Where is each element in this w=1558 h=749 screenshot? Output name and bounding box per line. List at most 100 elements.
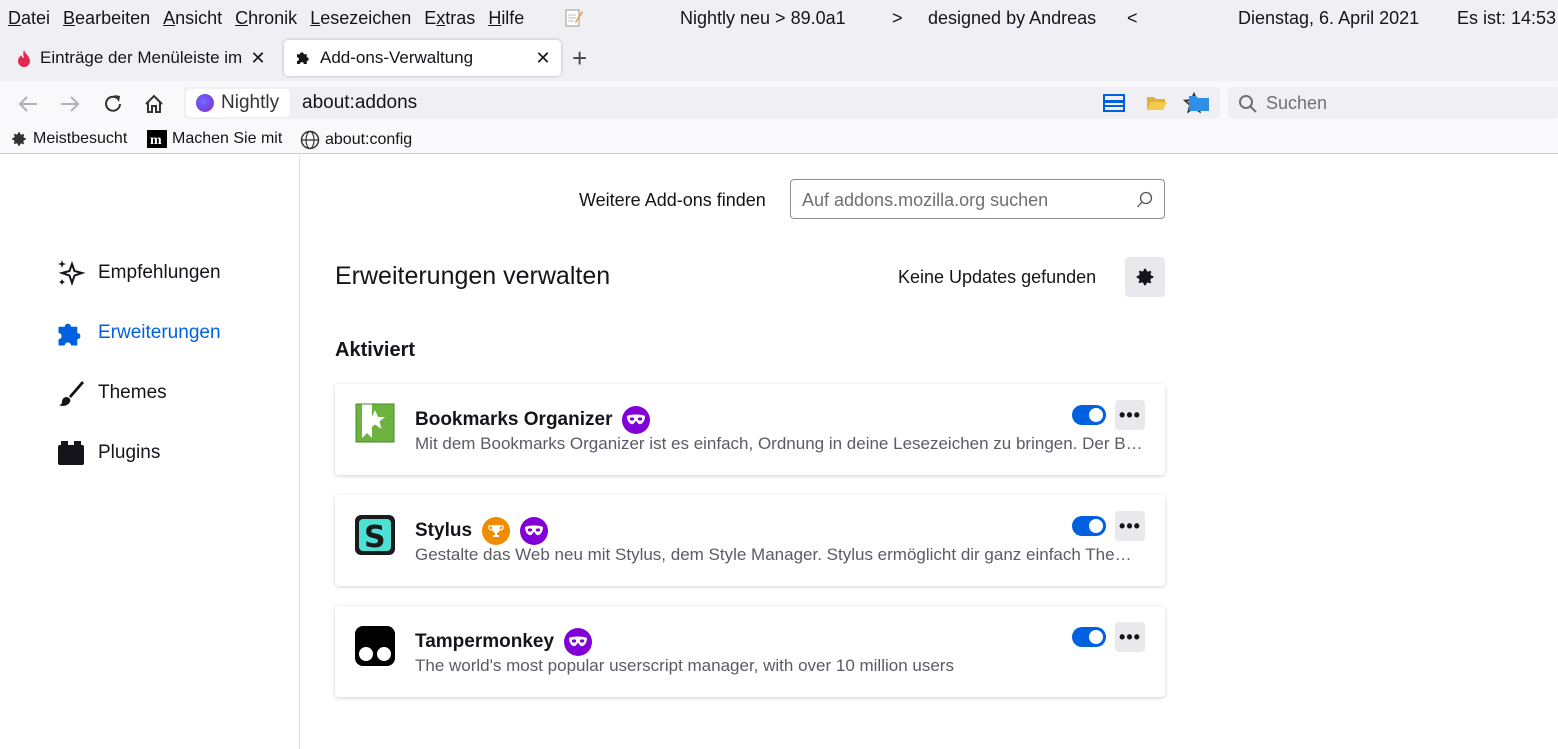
recommended-trophy-icon [482,517,511,545]
tab-menuleiste[interactable]: Einträge der Menüleiste im ✕ [6,40,276,76]
menu-bar: Datei Bearbeiten Ansicht Chronik Lesezei… [0,0,1558,38]
close-icon[interactable]: ✕ [535,48,551,69]
addon-description: Mit dem Bookmarks Organizer ist es einfa… [415,434,1145,453]
addon-description: The world's most popular userscript mana… [415,656,954,675]
search-bar[interactable]: Suchen [1228,87,1558,119]
mozilla-m-icon: m [147,130,167,148]
category-label: Erweiterungen [98,322,221,343]
gear-icon [10,130,28,148]
search-icon [1239,95,1257,113]
search-placeholder: Suchen [1266,93,1328,113]
back-button[interactable] [15,91,41,117]
enable-toggle[interactable] [1072,516,1106,536]
forward-button[interactable] [57,91,83,117]
stylus-icon: S [355,515,395,555]
bookmark-machen-sie-mit[interactable]: m Machen Sie mit [147,130,282,148]
addon-description: Gestalte das Web neu mit Stylus, dem Sty… [415,545,1145,564]
home-button[interactable] [141,91,167,117]
bookmark-about-config[interactable]: about:config [300,130,412,150]
category-themes[interactable]: Themes [56,378,167,408]
amo-search-input[interactable]: Auf addons.mozilla.org suchen [790,179,1165,219]
addon-name: Bookmarks Organizer [415,406,651,434]
menu-extras[interactable]: Extras [424,8,475,29]
more-options-button[interactable]: ••• [1115,622,1145,652]
tab-title: Add-ons-Verwaltung [320,48,474,67]
addon-card-bookmarks-organizer[interactable]: Bookmarks Organizer Mit dem Bookmarks Or… [335,384,1165,475]
find-addons-label: Weitere Add-ons finden [579,190,766,210]
sidebar-toggle-icon[interactable] [1103,93,1125,113]
sparkle-icon [56,258,86,288]
menu-bearbeiten[interactable]: Bearbeiten [63,8,150,29]
menu-chronik[interactable]: Chronik [235,8,297,29]
addon-card-tampermonkey[interactable]: Tampermonkey The world's most popular us… [335,606,1165,697]
url-text[interactable]: about:addons [302,92,417,114]
enable-toggle[interactable] [1072,627,1106,647]
identity-label: Nightly [221,92,280,113]
more-options-button[interactable]: ••• [1115,511,1145,541]
flame-icon [18,50,30,67]
url-bar[interactable]: Nightly about:addons [184,87,1220,119]
identity-box[interactable]: Nightly [186,89,290,117]
menu-hilfe[interactable]: Hilfe [488,8,524,29]
tampermonkey-icon [355,626,395,666]
bookmark-label: Meistbesucht [33,130,128,147]
nav-bar: Nightly about:addons Suchen [0,81,1558,126]
updates-status: Keine Updates gefunden [898,267,1097,287]
gear-icon [1136,268,1154,286]
time-display: Es ist: 14:53 [1457,8,1557,28]
addon-name: Tampermonkey [415,628,593,656]
bookmark-label: about:config [325,131,413,148]
svg-text:m: m [150,133,162,148]
arrow-right-icon [61,96,80,112]
category-empfehlungen[interactable]: Empfehlungen [56,258,221,288]
reload-button[interactable] [100,91,126,117]
bookmarks-organizer-icon [355,403,395,443]
new-tab-button[interactable]: + [572,45,587,71]
category-plugins[interactable]: Plugins [56,438,160,468]
plugin-icon [56,438,86,468]
tab-addons[interactable]: Add-ons-Verwaltung ✕ [284,40,561,76]
tools-menu-button[interactable] [1125,257,1165,297]
addons-main: Weitere Add-ons finden Auf addons.mozill… [300,155,1558,749]
menu-lesezeichen[interactable]: Lesezeichen [310,8,411,29]
categories-sidebar: Empfehlungen Erweiterungen Themes Plugin… [0,155,300,749]
private-browsing-icon [520,517,549,545]
category-label: Plugins [98,442,161,463]
arrow-left-icon [18,96,37,112]
brush-icon [56,378,86,408]
category-label: Themes [98,382,167,403]
addon-name-text: Tampermonkey [415,631,555,652]
bookmark-meistbesucht[interactable]: Meistbesucht [10,130,127,148]
page-title: Erweiterungen verwalten [335,262,611,290]
version-info: Nightly neu > 89.0a1 [680,8,846,28]
category-erweiterungen[interactable]: Erweiterungen [56,318,221,348]
bookmark-label: Machen Sie mit [172,130,283,147]
menu-datei[interactable]: Datei [8,8,50,29]
tab-title: Einträge der Menüleiste im [40,48,243,67]
home-icon [145,94,163,113]
arrow-right-text: > [892,8,903,28]
addon-card-stylus[interactable]: S Stylus Gestalte das Web neu mit Stylus… [335,495,1165,586]
open-folder-icon[interactable] [1146,93,1168,113]
arrow-left-text: < [1127,8,1138,28]
addon-name-text: Bookmarks Organizer [415,409,613,430]
more-options-button[interactable]: ••• [1115,400,1145,430]
puzzle-icon [56,318,86,348]
designer-info: designed by Andreas [928,8,1097,28]
menu-items: Datei Bearbeiten Ansicht Chronik Lesezei… [8,8,537,29]
folder-icon[interactable] [1188,93,1210,113]
globe-icon [300,130,320,150]
addon-name: Stylus [415,517,549,545]
menu-ansicht[interactable]: Ansicht [163,8,222,29]
notepad-icon[interactable] [565,8,583,28]
amo-search-placeholder: Auf addons.mozilla.org suchen [802,190,1049,210]
enable-toggle[interactable] [1072,405,1106,425]
category-label: Empfehlungen [98,262,221,283]
date-display: Dienstag, 6. April 2021 [1238,8,1420,28]
svg-text:S: S [364,520,386,555]
section-heading-enabled: Aktiviert [335,339,416,361]
private-browsing-icon [622,406,651,434]
nightly-logo-icon [196,94,214,112]
addon-name-text: Stylus [415,520,473,541]
close-icon[interactable]: ✕ [250,48,266,69]
